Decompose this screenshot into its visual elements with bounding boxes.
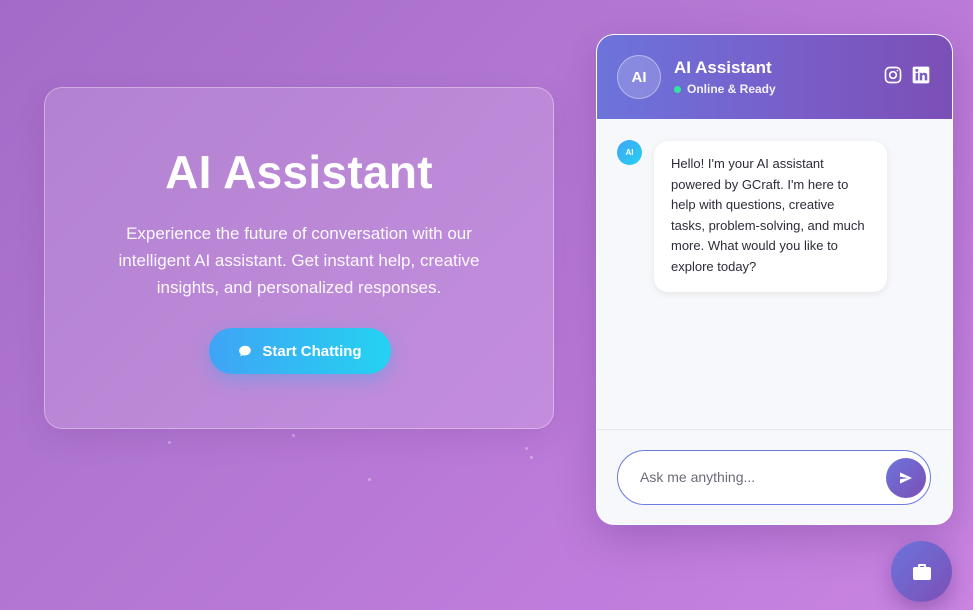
chat-message-input[interactable] [640,451,880,503]
status-text: Online & Ready [687,82,776,96]
instagram-icon[interactable] [883,65,903,85]
linkedin-icon[interactable] [911,65,931,85]
chat-title: AI Assistant [674,58,772,77]
background-particle [368,478,371,481]
chat-input-area [597,429,952,524]
hero-card: AI Assistant Experience the future of co… [44,87,554,429]
message-avatar: AI [617,140,642,165]
start-chatting-label: Start Chatting [262,342,362,360]
assistant-avatar: AI [617,55,661,99]
assistant-message-bubble: Hello! I'm your AI assistant powered by … [654,141,887,292]
background-particle [292,434,295,437]
chat-bubble-icon [239,345,252,357]
chat-toggle-button[interactable] [891,541,952,602]
status-indicator: Online & Ready [674,82,776,96]
hero-title: AI Assistant [165,146,433,198]
chat-header: AI AI Assistant Online & Ready [597,35,952,119]
background-particle [530,456,533,459]
chat-window: AI AI Assistant Online & Ready AI Hello!… [596,34,953,525]
chat-input-wrapper [617,450,931,505]
start-chatting-button[interactable]: Start Chatting [209,328,391,374]
background-particle [168,441,171,444]
send-button[interactable] [886,458,926,498]
send-icon [900,472,912,484]
briefcase-icon [912,563,931,580]
background-particle [525,447,528,450]
online-dot-icon [674,85,681,93]
hero-description: Experience the future of conversation wi… [118,224,480,297]
